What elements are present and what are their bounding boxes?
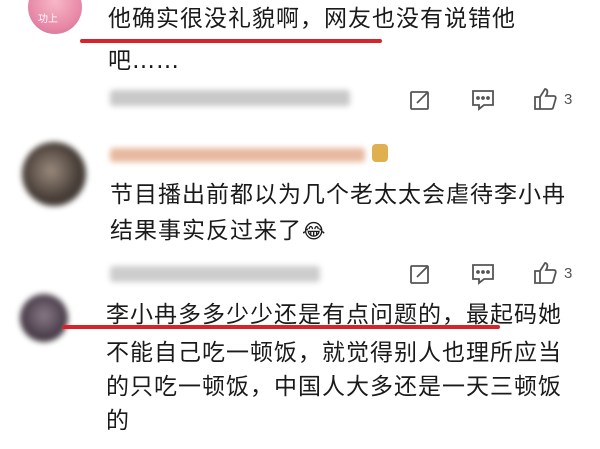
like-count: 3 (564, 90, 573, 108)
badge-icon (372, 144, 388, 162)
comment-button[interactable] (470, 262, 496, 286)
edit-icon (410, 91, 429, 110)
commenter-name (110, 148, 365, 162)
comment-meta (110, 266, 320, 282)
comment-meta (110, 90, 350, 106)
comment-text-line: 结果事实反过来了😂 (110, 214, 326, 248)
avatar[interactable] (22, 142, 86, 206)
comment-text-line: 不能自己吃一顿饭，就觉得别人也理所应当 (106, 340, 562, 366)
comment-text-line: 的 (106, 408, 130, 434)
like-count: 3 (564, 264, 573, 282)
edit-button[interactable] (408, 262, 432, 286)
like-button[interactable]: 3 (532, 86, 572, 112)
highlight-underline (62, 325, 500, 329)
comment-text-line: 他确实很没礼貌啊，网友也没有说错他 (108, 6, 516, 32)
comment-icon (472, 264, 494, 285)
laughing-emoji-icon: 😂 (302, 219, 327, 243)
edit-icon (410, 265, 429, 284)
comment-button[interactable] (470, 88, 496, 112)
comment-text: 结果事实反过来了 (110, 218, 302, 244)
highlight-underline (80, 39, 382, 43)
avatar[interactable] (20, 294, 68, 342)
thumbs-up-icon (534, 262, 557, 284)
like-button[interactable]: 3 (532, 260, 572, 286)
comment-text-line: 的只吃一顿饭，中国人大多还是一天三顿饭 (106, 374, 562, 400)
comment-text-line: 节目播出前都以为几个老太太会虐待李小冉 (110, 182, 566, 208)
edit-button[interactable] (408, 88, 432, 112)
thumbs-up-icon (534, 88, 557, 110)
avatar-caption: 功上 (38, 14, 58, 25)
avatar[interactable]: 功上 (28, 0, 82, 34)
comment-text-line: 吧…… (108, 48, 180, 74)
comment-icon (472, 90, 494, 111)
